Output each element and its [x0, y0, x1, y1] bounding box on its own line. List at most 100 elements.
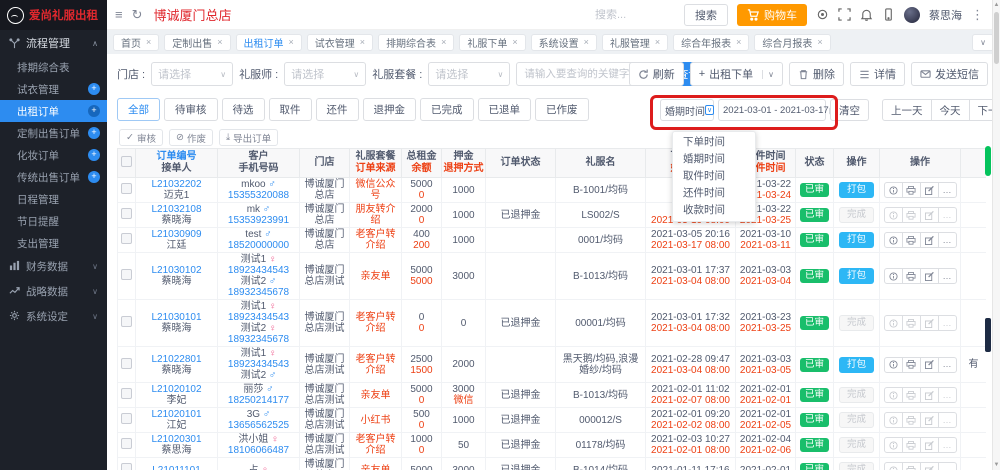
tabs-dropdown-button[interactable]: ∨: [972, 34, 994, 51]
edit-icon-button[interactable]: [920, 268, 939, 284]
page-tab-9[interactable]: 综合月报表×: [754, 34, 830, 51]
more-icon-button[interactable]: …: [938, 182, 957, 198]
status-tab-已作废[interactable]: 已作废: [535, 98, 589, 121]
plus-badge-icon[interactable]: +: [88, 105, 100, 117]
order-number-link[interactable]: L21011101: [152, 465, 201, 470]
more-icon-button[interactable]: …: [938, 437, 957, 453]
row-action-button[interactable]: 完成: [839, 315, 874, 331]
plus-badge-icon[interactable]: +: [88, 127, 100, 139]
clear-date-button[interactable]: 清空: [830, 99, 869, 121]
notification-bell-icon[interactable]: [860, 8, 873, 21]
row-checkbox[interactable]: [121, 438, 132, 449]
sidebar-item-7[interactable]: 节日提醒: [0, 210, 107, 232]
page-scrollbar[interactable]: ▲ ▼: [992, 0, 1000, 470]
close-icon[interactable]: ×: [584, 37, 589, 47]
edit-icon-button[interactable]: [920, 462, 939, 470]
info-icon-button[interactable]: [884, 232, 903, 248]
reload-icon[interactable]: ↻: [132, 8, 143, 21]
more-icon-button[interactable]: …: [938, 232, 957, 248]
edit-icon-button[interactable]: [920, 207, 939, 223]
more-icon-button[interactable]: …: [938, 412, 957, 428]
order-number-link[interactable]: L21030909: [151, 229, 201, 240]
mobile-icon[interactable]: [882, 8, 895, 21]
locate-icon[interactable]: [816, 8, 829, 21]
page-tab-4[interactable]: 排期综合表×: [378, 34, 454, 51]
sidebar-item-5[interactable]: 传统出售订单+: [0, 166, 107, 188]
edit-icon-button[interactable]: [920, 357, 939, 373]
status-tab-待审核[interactable]: 待审核: [164, 98, 218, 121]
dropdown-option-下单时间[interactable]: 下单时间: [673, 134, 755, 151]
row-action-button[interactable]: 完成: [839, 412, 874, 428]
close-icon[interactable]: ×: [736, 37, 741, 47]
today-button[interactable]: 今天: [931, 99, 970, 121]
table-scrollbar-thumb-dark[interactable]: [985, 318, 991, 352]
print-icon-button[interactable]: [902, 182, 921, 198]
row-action-button[interactable]: 打包: [839, 182, 874, 198]
row-action-button[interactable]: 打包: [839, 268, 874, 284]
page-scrollbar-thumb[interactable]: [994, 12, 999, 64]
order-number-link[interactable]: L21030101: [151, 312, 201, 323]
refresh-button[interactable]: 刷新: [629, 62, 684, 86]
close-icon[interactable]: ×: [655, 37, 660, 47]
sidebar-item-8[interactable]: 支出管理: [0, 232, 107, 254]
edit-icon-button[interactable]: [920, 387, 939, 403]
more-icon-button[interactable]: …: [938, 462, 957, 470]
more-icon-button[interactable]: …: [938, 357, 957, 373]
close-icon[interactable]: ×: [217, 37, 222, 47]
page-tab-6[interactable]: 系统设置×: [531, 34, 597, 51]
plus-badge-icon[interactable]: +: [88, 171, 100, 183]
date-range-input[interactable]: 2021-03-01 - 2021-03-17: [718, 99, 826, 121]
edit-icon-button[interactable]: [920, 437, 939, 453]
sidebar-section-process[interactable]: 流程管理 ∧: [0, 30, 107, 56]
info-icon-button[interactable]: [884, 268, 903, 284]
row-checkbox[interactable]: [121, 316, 132, 327]
row-checkbox[interactable]: [121, 269, 132, 280]
global-search-button[interactable]: 搜索: [684, 4, 728, 26]
store-filter-select[interactable]: 请选择 ∨: [151, 62, 233, 86]
package-filter-select[interactable]: 请选择 ∨: [428, 62, 510, 86]
order-number-link[interactable]: L21020301: [151, 434, 201, 445]
row-action-button[interactable]: 完成: [839, 437, 874, 453]
edit-icon-button[interactable]: [920, 232, 939, 248]
info-icon-button[interactable]: [884, 182, 903, 198]
collapse-menu-icon[interactable]: ≡: [115, 8, 123, 21]
more-icon-button[interactable]: …: [938, 207, 957, 223]
more-icon-button[interactable]: …: [938, 315, 957, 331]
print-icon-button[interactable]: [902, 387, 921, 403]
row-checkbox[interactable]: [121, 388, 132, 399]
row-checkbox[interactable]: [121, 233, 132, 244]
row-checkbox[interactable]: [121, 358, 132, 369]
date-type-select[interactable]: 婚期时间 ∨: [660, 99, 714, 121]
detail-button[interactable]: 详情: [850, 62, 905, 86]
info-icon-button[interactable]: [884, 387, 903, 403]
dropdown-option-收款时间[interactable]: 收款时间: [673, 202, 755, 219]
info-icon-button[interactable]: [884, 315, 903, 331]
batch-导出订单-button[interactable]: ⤓导出订单: [219, 129, 278, 146]
order-number-link[interactable]: L21020102: [151, 384, 201, 395]
edit-icon-button[interactable]: [920, 182, 939, 198]
dropdown-option-还件时间[interactable]: 还件时间: [673, 185, 755, 202]
fullscreen-icon[interactable]: [838, 8, 851, 21]
order-number-link[interactable]: L21022801: [151, 354, 201, 365]
row-action-button[interactable]: 完成: [839, 462, 874, 470]
row-action-button[interactable]: 完成: [839, 207, 874, 223]
close-icon[interactable]: ×: [146, 37, 151, 47]
close-icon[interactable]: ×: [360, 37, 365, 47]
row-action-button[interactable]: 完成: [839, 387, 874, 403]
cart-button[interactable]: 购物车: [737, 4, 807, 26]
close-icon[interactable]: ×: [512, 37, 517, 47]
info-icon-button[interactable]: [884, 437, 903, 453]
create-rental-order-button[interactable]: + 出租下单 ∨: [690, 62, 783, 86]
scroll-down-arrow[interactable]: ▼: [993, 460, 1000, 470]
page-tab-2[interactable]: 出租订单×: [236, 34, 302, 51]
close-icon[interactable]: ×: [289, 37, 294, 47]
sidebar-item-4[interactable]: 化妆订单+: [0, 144, 107, 166]
batch-审核-button[interactable]: ✓审核: [119, 129, 163, 146]
status-tab-全部[interactable]: 全部: [117, 98, 160, 121]
dropdown-option-取件时间[interactable]: 取件时间: [673, 168, 755, 185]
dresser-filter-select[interactable]: 请选择 ∨: [284, 62, 366, 86]
info-icon-button[interactable]: [884, 462, 903, 470]
row-checkbox[interactable]: [121, 463, 132, 470]
sidebar-item-1[interactable]: 试衣管理+: [0, 78, 107, 100]
print-icon-button[interactable]: [902, 207, 921, 223]
